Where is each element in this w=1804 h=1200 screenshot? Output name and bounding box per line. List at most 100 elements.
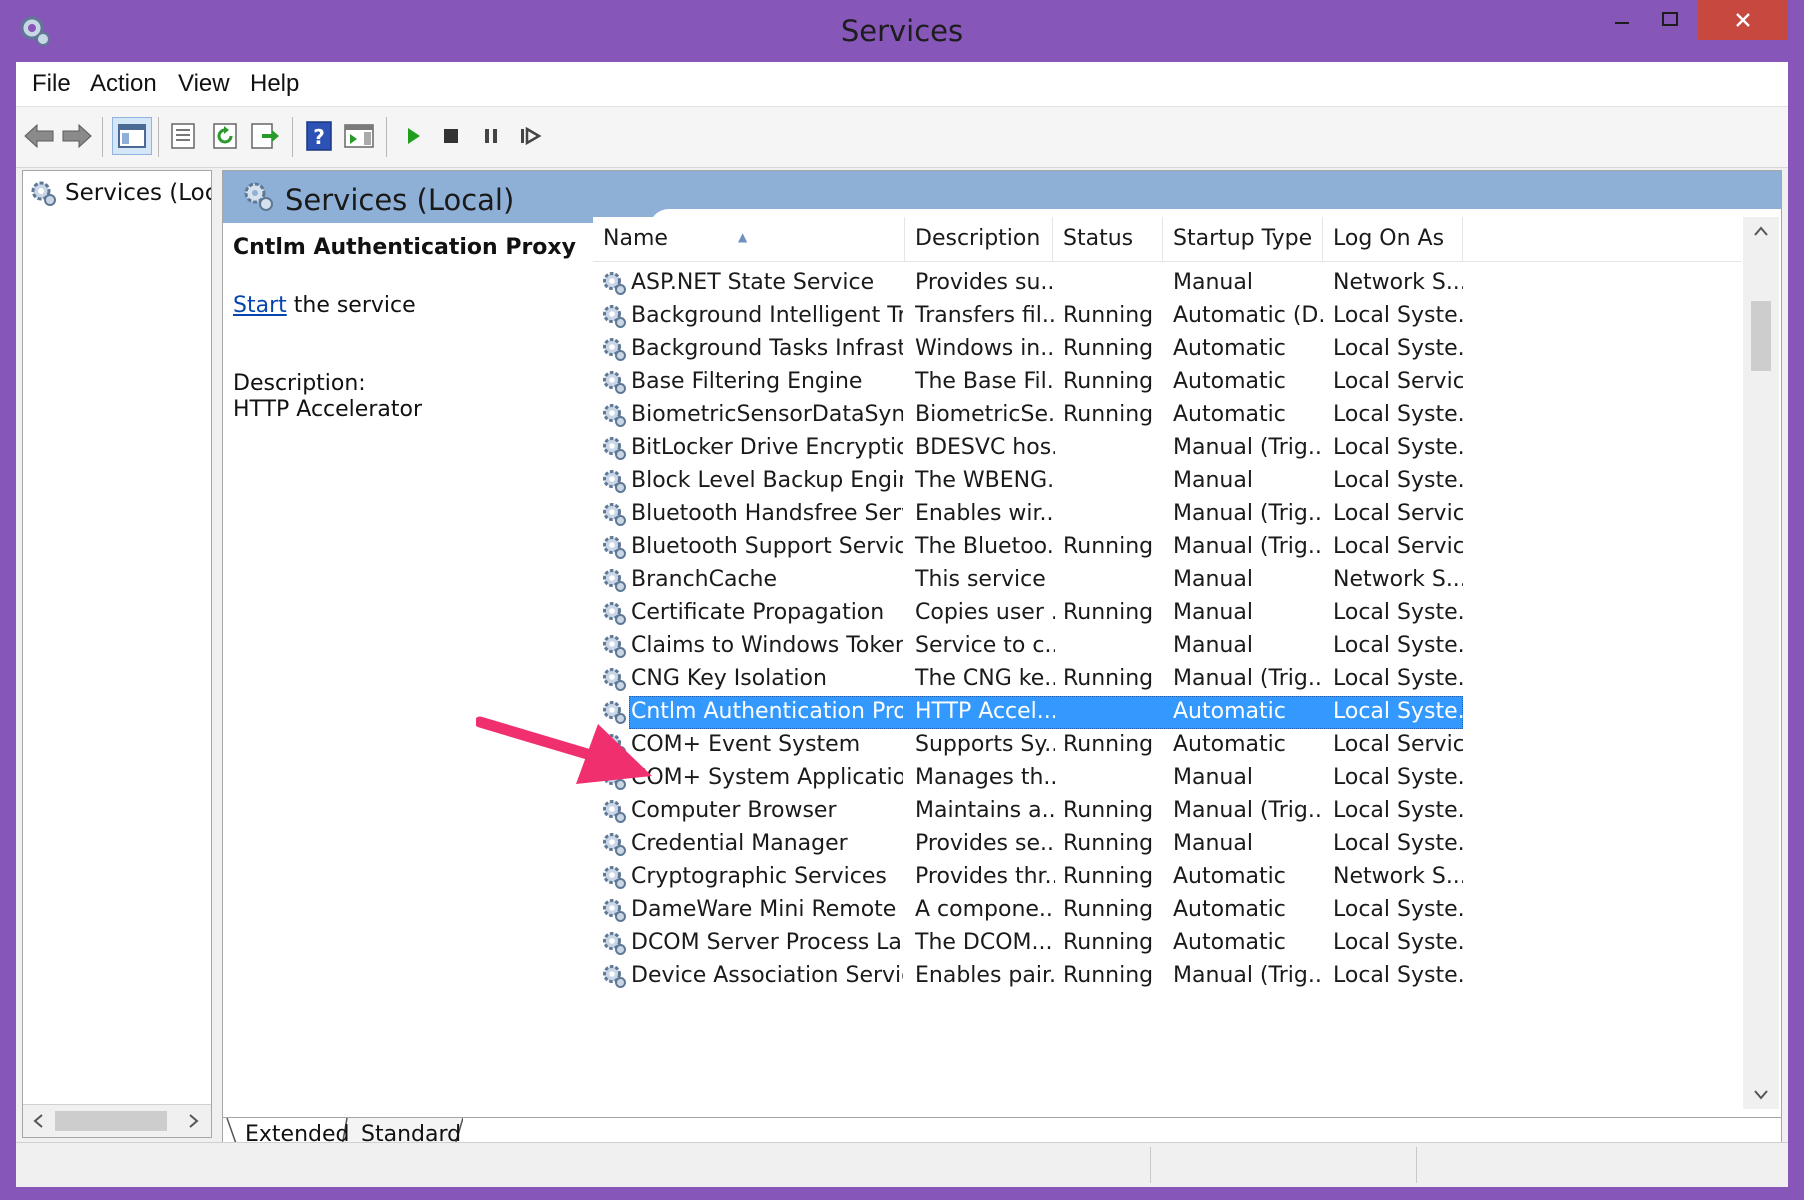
pause-service-button[interactable] <box>474 119 508 153</box>
table-row[interactable]: Computer Browser Maintains a... Running Man… <box>593 795 1741 828</box>
start-service-button[interactable] <box>396 119 430 153</box>
table-row[interactable]: Device Association Service Enables pair..… <box>593 960 1741 993</box>
table-row[interactable]: ASP.NET State Service Provides su... Manua… <box>593 267 1741 300</box>
service-gear-icon <box>603 338 626 361</box>
cell-log-on-as: Local Syste... <box>1333 336 1463 361</box>
scroll-up-button[interactable] <box>1743 217 1779 245</box>
table-row[interactable]: Credential Manager Provides se... Running M… <box>593 828 1741 861</box>
menu-file[interactable]: File <box>32 70 71 98</box>
column-header-log-on-as[interactable]: Log On As <box>1323 217 1463 261</box>
table-row[interactable]: Bluetooth Handsfree Service Enables wir..… <box>593 498 1741 531</box>
resume-service-button[interactable] <box>514 119 548 153</box>
cell-status: Running <box>1063 963 1154 988</box>
scrollbar-thumb[interactable] <box>1751 301 1771 371</box>
show-hide-action-pane-button[interactable] <box>342 119 376 153</box>
table-row[interactable]: Cntlm Authentication Proxy HTTP Accel... A… <box>593 696 1741 729</box>
cell-description: Transfers fil... <box>915 303 1055 328</box>
column-header-name[interactable]: Name ▲ <box>593 217 905 261</box>
selected-service-name: Cntlm Authentication Proxy <box>233 235 576 260</box>
window-title: Services <box>840 14 964 48</box>
table-row[interactable]: Claims to Windows Token S... Service to c… <box>593 630 1741 663</box>
table-vertical-scrollbar[interactable] <box>1743 217 1779 1109</box>
table-row[interactable]: Block Level Backup Engine ... The WBENG..… <box>593 465 1741 498</box>
table-row[interactable]: COM+ System Application Manages th... Manu… <box>593 762 1741 795</box>
stop-service-button[interactable] <box>434 119 468 153</box>
table-row[interactable]: COM+ Event System Supports Sy... Running Au… <box>593 729 1741 762</box>
cell-status: Running <box>1063 600 1154 625</box>
cell-log-on-as: Local Syste... <box>1333 666 1463 691</box>
table-row[interactable]: Certificate Propagation Copies user ... Ru… <box>593 597 1741 630</box>
cell-name: CNG Key Isolation <box>631 666 827 691</box>
menu-view[interactable]: View <box>178 70 230 98</box>
cell-startup-type: Manual <box>1173 831 1253 856</box>
stop-service-icon <box>444 129 458 143</box>
table-row[interactable]: Background Tasks Infrastru... Windows in.… <box>593 333 1741 366</box>
table-row[interactable]: CNG Key Isolation The CNG ke... Running Man… <box>593 663 1741 696</box>
export-list-button[interactable] <box>248 119 282 153</box>
properties-button[interactable] <box>166 119 200 153</box>
table-row[interactable]: BranchCache This service ... Manual Network… <box>593 564 1741 597</box>
pane-title: Services (Local) <box>285 183 515 217</box>
tree-item-services-local[interactable]: Services (Local) <box>29 179 211 207</box>
cell-startup-type: Manual <box>1173 633 1253 658</box>
service-gear-icon <box>603 602 626 625</box>
resume-service-icon <box>521 126 542 146</box>
service-gear-icon <box>603 800 626 823</box>
table-row[interactable]: BiometricSensorDataSynchr... BiometricSe.… <box>593 399 1741 432</box>
table-row[interactable]: DCOM Server Process Laun... The DCOM... Ru… <box>593 927 1741 960</box>
service-gear-icon <box>603 272 626 295</box>
forward-arrow-icon <box>62 123 92 149</box>
cell-name: Cryptographic Services <box>631 864 887 889</box>
table-header: Name ▲ Description Status Startup Type L… <box>593 217 1741 262</box>
minimize-button[interactable] <box>1600 0 1644 40</box>
scrollbar-thumb[interactable] <box>55 1111 167 1131</box>
service-gear-icon <box>603 899 626 922</box>
tree-item-label: Services (Local) <box>65 180 211 206</box>
maximize-icon <box>1662 12 1678 26</box>
cell-status: Running <box>1063 897 1154 922</box>
close-button[interactable] <box>1698 0 1788 40</box>
table-row[interactable]: Background Intelligent Tran... Transfers … <box>593 300 1741 333</box>
cell-log-on-as: Local Syste... <box>1333 930 1463 955</box>
scroll-up-icon <box>1754 226 1768 236</box>
table-row[interactable]: BitLocker Drive Encryption ... BDESVC hos… <box>593 432 1741 465</box>
client-area: File Action View Help ? Services (Lo Ser… <box>16 62 1788 1187</box>
help-button[interactable]: ? <box>302 119 336 153</box>
table-row[interactable]: Bluetooth Support Service The Bluetoo... R… <box>593 531 1741 564</box>
table-row[interactable]: Cryptographic Services Provides thr... Run… <box>593 861 1741 894</box>
cell-description: Windows in... <box>915 336 1055 361</box>
scroll-down-button[interactable] <box>1743 1081 1779 1109</box>
start-service-link[interactable]: Start <box>233 293 287 318</box>
cell-description: Enables pair... <box>915 963 1055 988</box>
tree-horizontal-scrollbar[interactable] <box>23 1104 211 1137</box>
refresh-button[interactable] <box>208 119 242 153</box>
pane-header: Services (Local) <box>223 171 1781 229</box>
table-row[interactable]: DameWare Mini Remote Co... A compone... Ru… <box>593 894 1741 927</box>
column-header-description[interactable]: Description <box>905 217 1053 261</box>
title-bar[interactable]: Services <box>0 0 1804 62</box>
service-gear-icon <box>603 470 626 493</box>
cell-description: Provides se... <box>915 831 1055 856</box>
cell-startup-type: Manual (Trig... <box>1173 501 1323 526</box>
column-header-status[interactable]: Status <box>1053 217 1163 261</box>
cell-log-on-as: Local Syste... <box>1333 633 1463 658</box>
cell-startup-type: Automatic <box>1173 930 1286 955</box>
cell-log-on-as: Local Syste... <box>1333 765 1463 790</box>
column-header-startup-type[interactable]: Startup Type <box>1163 217 1323 261</box>
scroll-left-icon[interactable] <box>31 1113 45 1129</box>
show-hide-console-tree-button[interactable] <box>112 117 152 155</box>
cell-startup-type: Manual <box>1173 765 1253 790</box>
table-row[interactable]: Base Filtering Engine The Base Fil... Runn… <box>593 366 1741 399</box>
scroll-right-icon[interactable] <box>187 1113 201 1129</box>
back-button[interactable] <box>22 119 56 153</box>
cell-startup-type: Manual (Trig... <box>1173 666 1323 691</box>
cell-name: Claims to Windows Token S... <box>631 633 903 658</box>
cell-startup-type: Automatic <box>1173 864 1286 889</box>
menu-action[interactable]: Action <box>90 70 157 98</box>
cell-startup-type: Manual (Trig... <box>1173 963 1323 988</box>
menu-help[interactable]: Help <box>250 70 299 98</box>
forward-button[interactable] <box>60 119 94 153</box>
service-gear-icon <box>603 668 626 691</box>
cell-log-on-as: Network S... <box>1333 270 1463 295</box>
maximize-button[interactable] <box>1648 0 1692 40</box>
